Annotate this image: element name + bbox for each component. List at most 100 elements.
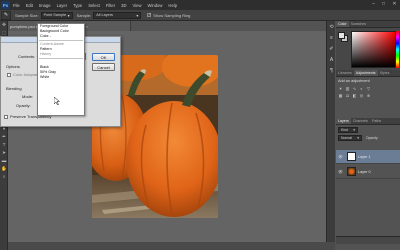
- blend-mode-select[interactable]: Normal ▾: [338, 135, 362, 141]
- menu-file[interactable]: File: [13, 3, 20, 8]
- brush-panel-icon[interactable]: ✐: [328, 46, 335, 53]
- dropdown-option[interactable]: White: [38, 75, 84, 80]
- history-icon[interactable]: ⟲: [328, 24, 335, 31]
- menu-edit[interactable]: Edit: [26, 3, 33, 8]
- tab-channels[interactable]: Channels: [351, 118, 370, 124]
- tab-styles[interactable]: Styles: [378, 70, 392, 76]
- photoshop-logo: Ps: [1, 1, 10, 9]
- ok-button[interactable]: OK: [92, 53, 115, 61]
- eyedropper-tool-icon[interactable]: ✎: [1, 10, 11, 20]
- photo-filter-icon[interactable]: ◎: [359, 93, 364, 98]
- layers-bottom-toolbar: [336, 236, 400, 244]
- sample-size-select[interactable]: Point Sample ▾: [40, 11, 73, 19]
- layer-kind-select[interactable]: Kind ▾: [338, 127, 358, 133]
- hand-tool-icon[interactable]: ✋: [1, 166, 7, 172]
- hue-saturation-icon[interactable]: ▦: [338, 93, 343, 98]
- dropdown-separator: [39, 40, 83, 41]
- tab-libraries[interactable]: Libraries: [336, 70, 354, 76]
- pen-tool-icon[interactable]: ✒: [1, 134, 7, 140]
- layer-thumbnail: [347, 152, 356, 161]
- dropdown-option[interactable]: Color...: [38, 34, 84, 39]
- tab-layers[interactable]: Layers: [336, 118, 351, 124]
- menu-bar: Ps File Edit Image Layer Type Select Fil…: [0, 0, 400, 10]
- color-panel-tabs: Color Swatches: [336, 21, 400, 28]
- mouse-cursor-icon: [54, 97, 60, 105]
- path-select-icon[interactable]: ➤: [1, 150, 7, 156]
- move-tool-icon[interactable]: ✥: [1, 22, 7, 28]
- paragraph-icon[interactable]: ¶: [328, 68, 335, 75]
- chevron-down-icon: ▾: [353, 128, 355, 132]
- color-adaptation-checkbox[interactable]: [7, 73, 11, 77]
- mode-label: Mode:: [22, 94, 34, 99]
- character-icon[interactable]: A: [328, 57, 335, 64]
- foreground-color-swatch[interactable]: [338, 32, 345, 39]
- layer-name[interactable]: Layer 0: [358, 170, 371, 174]
- black-white-icon[interactable]: ◧: [352, 93, 357, 98]
- menu-layer[interactable]: Layer: [57, 3, 67, 8]
- maximize-icon[interactable]: □: [380, 1, 387, 8]
- color-balance-icon[interactable]: ⚖: [345, 93, 350, 98]
- right-panel-dock: Color Swatches Libraries Adjustments Sty…: [336, 21, 400, 250]
- layer-row[interactable]: 👁 Layer 0: [336, 165, 400, 179]
- contents-dropdown-list: Foreground Color Background Color Color.…: [37, 23, 85, 116]
- color-picker: [336, 28, 400, 70]
- channel-mixer-icon[interactable]: ⊕: [366, 93, 371, 98]
- menu-filter[interactable]: Filter: [106, 3, 115, 8]
- layer-name[interactable]: Layer 1: [358, 155, 371, 159]
- layer-row[interactable]: 👁 Layer 1: [336, 150, 400, 164]
- color-spectrum[interactable]: [351, 31, 396, 68]
- menu-select[interactable]: Select: [88, 3, 100, 8]
- sample-select[interactable]: All Layers ▾: [93, 11, 142, 19]
- opacity-label: Opacity:: [16, 103, 31, 108]
- sample-label: Sample:: [76, 12, 92, 18]
- blend-mode-value: Normal: [341, 136, 352, 140]
- layer-thumbnail: [347, 167, 356, 176]
- brightness-icon[interactable]: ☀: [338, 86, 343, 91]
- levels-icon[interactable]: ▥: [345, 86, 350, 91]
- menu-3d[interactable]: 3D: [121, 3, 126, 8]
- exposure-icon[interactable]: ◐: [359, 86, 364, 91]
- show-sampling-ring-label: Show Sampling Ring: [153, 12, 191, 18]
- type-tool-icon[interactable]: T: [1, 142, 7, 148]
- properties-icon[interactable]: ≡: [328, 35, 335, 42]
- tab-paths[interactable]: Paths: [370, 118, 383, 124]
- close-icon[interactable]: ×: [86, 24, 88, 29]
- sample-value: All Layers: [96, 13, 113, 17]
- chevron-down-icon: ▾: [67, 13, 70, 18]
- chevron-down-icon: ▾: [136, 13, 139, 18]
- adjustments-header: Add an adjustment: [338, 79, 370, 83]
- show-sampling-ring-checkbox[interactable]: [147, 12, 152, 18]
- layer-opacity-label: Opacity:: [366, 136, 379, 140]
- hue-slider[interactable]: [396, 31, 399, 68]
- curves-icon[interactable]: ∿: [352, 86, 357, 91]
- tab-swatches[interactable]: Swatches: [349, 21, 369, 27]
- minimize-icon[interactable]: –: [370, 1, 377, 8]
- options-bar: ✎ Sample Size: Point Sample ▾ Sample: Al…: [0, 10, 400, 21]
- layers-filter-row: Kind ▾: [336, 125, 400, 135]
- options-label: Options: [6, 64, 20, 69]
- blending-label: Blending: [6, 86, 22, 91]
- dropdown-separator: [39, 58, 83, 59]
- tab-color[interactable]: Color: [336, 21, 349, 27]
- collapsed-panel-strip: ⟲ ≡ ✐ A ¶: [326, 21, 335, 242]
- sample-size-value: Point Sample: [43, 13, 67, 17]
- zoom-tool-icon[interactable]: ⌕: [1, 174, 7, 180]
- eye-icon[interactable]: 👁: [338, 169, 343, 174]
- status-bar: [8, 242, 335, 250]
- menu-type[interactable]: Type: [73, 3, 82, 8]
- menu-window[interactable]: Window: [148, 3, 163, 8]
- tab-adjustments[interactable]: Adjustments: [353, 70, 378, 76]
- layers-mode-row: Normal ▾ Opacity:: [336, 135, 400, 141]
- adjustment-icons-row: ☀ ▥ ∿ ◐ ▽: [336, 85, 400, 92]
- shape-tool-icon[interactable]: ▬: [1, 158, 7, 164]
- preserve-transparency-checkbox[interactable]: [4, 115, 8, 119]
- close-icon[interactable]: ✕: [391, 1, 398, 8]
- menu-help[interactable]: Help: [168, 3, 177, 8]
- eye-icon[interactable]: 👁: [338, 154, 343, 159]
- layers-panel: Layers Channels Paths Kind ▾ Normal ▾ Op…: [336, 118, 400, 250]
- cancel-button[interactable]: Cancel: [92, 63, 115, 71]
- adjustment-icons-row: ▦ ⚖ ◧ ◎ ⊕: [336, 92, 400, 99]
- menu-image[interactable]: Image: [39, 3, 51, 8]
- vibrance-icon[interactable]: ▽: [366, 86, 371, 91]
- menu-view[interactable]: View: [133, 3, 142, 8]
